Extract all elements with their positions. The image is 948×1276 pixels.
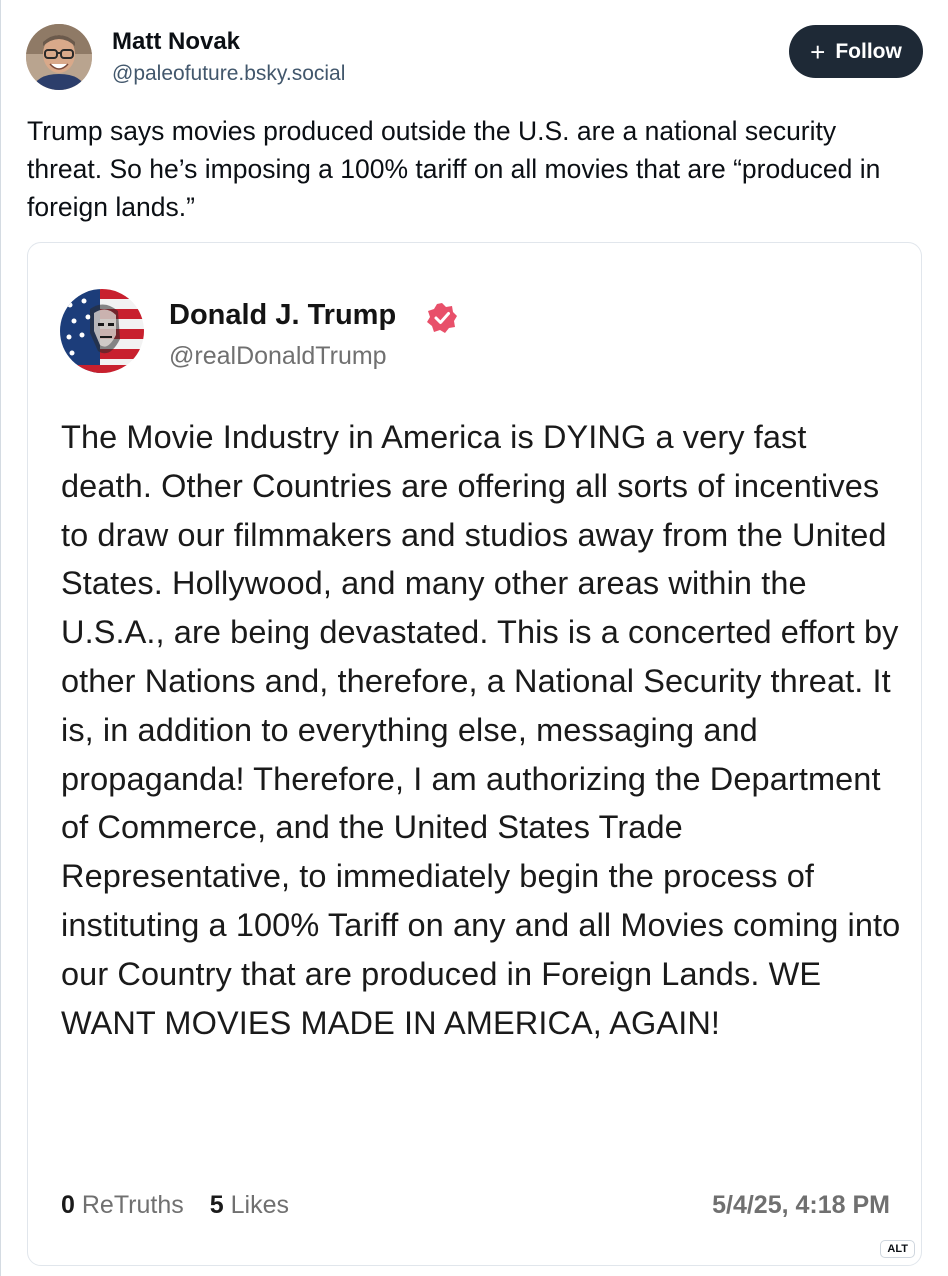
- alt-text-badge[interactable]: ALT: [880, 1240, 915, 1258]
- author-name[interactable]: Matt Novak: [112, 28, 240, 56]
- trump-avatar: [60, 289, 144, 373]
- likes-count: 5: [209, 1191, 224, 1219]
- truth-stats: 0 ReTruths 5 Likes: [61, 1191, 289, 1220]
- follow-button[interactable]: + Follow: [789, 25, 923, 78]
- feed-left-border: [0, 0, 1, 1276]
- truth-social-screenshot: Donald J. Trump @realDonaldTrump The Mov…: [28, 243, 921, 1265]
- truth-timestamp: 5/4/25, 4:18 PM: [712, 1191, 890, 1219]
- follow-button-label: Follow: [835, 39, 902, 63]
- embedded-image[interactable]: Donald J. Trump @realDonaldTrump The Mov…: [27, 242, 922, 1266]
- plus-icon: +: [810, 36, 826, 67]
- truth-body-text: The Movie Industry in America is DYING a…: [61, 419, 901, 1041]
- retruths-label: ReTruths: [81, 1191, 184, 1219]
- retruths-count: 0: [61, 1191, 75, 1219]
- trump-name: Donald J. Trump: [169, 299, 397, 331]
- verified-badge-icon: [427, 303, 457, 333]
- trump-handle: @realDonaldTrump: [169, 342, 387, 370]
- author-handle[interactable]: @paleofuture.bsky.social: [112, 62, 345, 86]
- author-avatar-image: [26, 24, 92, 90]
- author-avatar[interactable]: [26, 24, 92, 90]
- flag-portrait-image: [60, 289, 144, 373]
- post-text: Trump says movies produced outside the U…: [27, 116, 881, 222]
- likes-label: Likes: [230, 1191, 289, 1219]
